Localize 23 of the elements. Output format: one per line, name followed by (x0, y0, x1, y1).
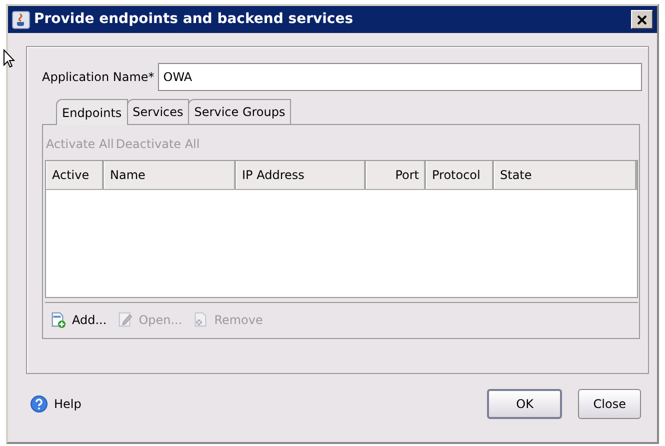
column-header[interactable]: Port (366, 161, 426, 189)
column-header[interactable]: Active (46, 161, 104, 189)
tab[interactable]: Service Groups (188, 99, 292, 124)
close-button[interactable] (631, 10, 653, 29)
field-label: Application Name* (42, 69, 154, 86)
column-header[interactable]: Name (104, 161, 236, 189)
close-icon (637, 14, 647, 24)
document-icon (116, 312, 133, 328)
help-button[interactable]: Help (30, 395, 82, 413)
dialog-button[interactable]: Close (578, 389, 641, 419)
dialog-button[interactable]: OK (487, 389, 562, 419)
add-button[interactable]: Add... (50, 310, 107, 328)
window-title: Provide endpoints and backend services (34, 10, 354, 29)
coffee-cup-icon (12, 10, 30, 28)
mouse-cursor-icon (3, 49, 15, 69)
help-icon (30, 395, 48, 413)
tab[interactable]: Endpoints (56, 99, 128, 125)
document-icon (192, 312, 208, 328)
column-header[interactable]: State (494, 161, 637, 189)
input-field[interactable]: OWA (158, 63, 642, 91)
column-header[interactable]: IP Address (236, 161, 366, 189)
column-header[interactable]: Protocol (426, 161, 494, 189)
document-icon (50, 312, 66, 328)
